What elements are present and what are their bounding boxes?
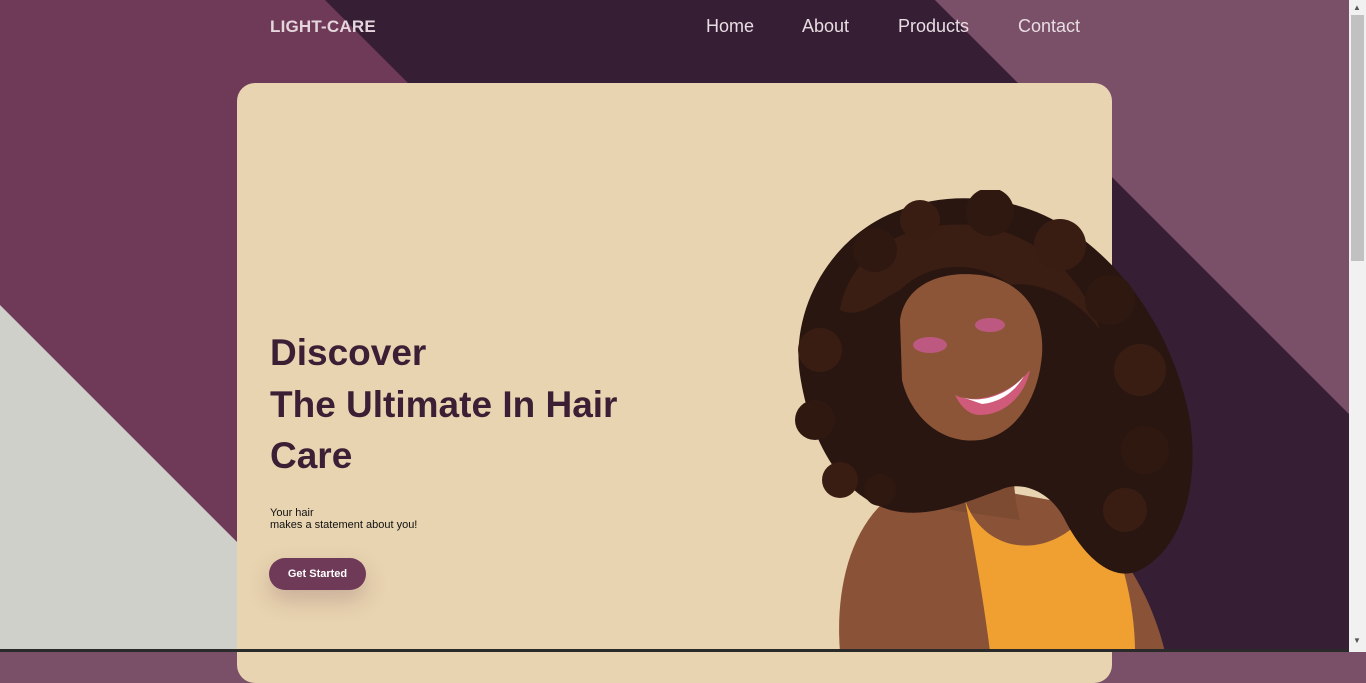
logo[interactable]: LIGHT-CARE [270, 17, 376, 37]
hero-headline: Discover The Ultimate In Hair Care [270, 327, 690, 482]
headline-line-2: The Ultimate In Hair [270, 383, 618, 425]
hero-woman-image [795, 190, 1193, 652]
nav-link-about[interactable]: About [802, 16, 849, 37]
headline-line-3: Care [270, 435, 353, 476]
scrollbar-thumb[interactable] [1351, 15, 1364, 261]
subtitle-line-1: Your hair [270, 507, 314, 519]
subtitle-line-2: makes a statement about you! [270, 519, 418, 531]
get-started-button[interactable]: Get Started [269, 558, 366, 590]
nav-link-products[interactable]: Products [898, 16, 969, 37]
scroll-up-icon[interactable]: ▲ [1353, 4, 1361, 12]
hero-subtitle: Your hair makes a statement about you! [270, 507, 417, 531]
scroll-down-icon[interactable]: ▼ [1353, 637, 1361, 645]
nav-link-home[interactable]: Home [706, 16, 754, 37]
headline-line-1: Discover [270, 332, 427, 373]
nav-link-contact[interactable]: Contact [1018, 16, 1080, 37]
